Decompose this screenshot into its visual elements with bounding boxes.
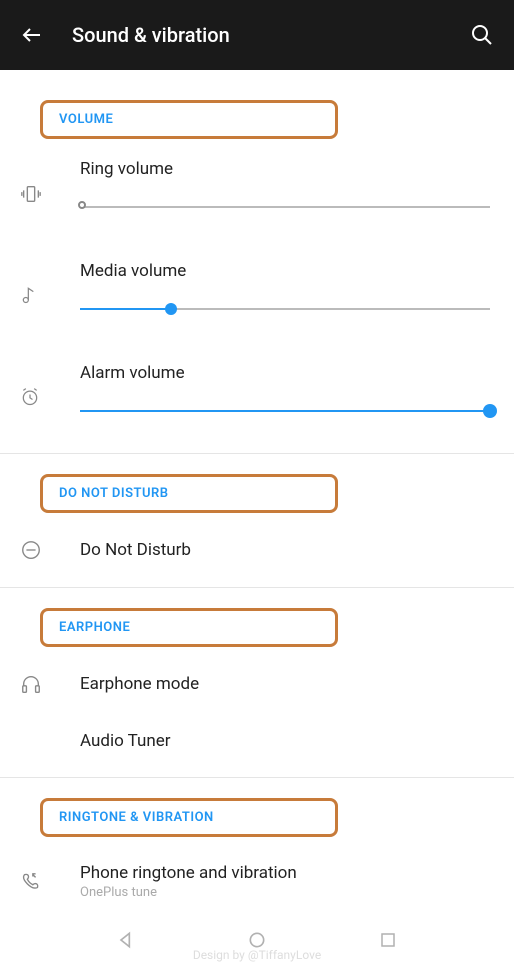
nav-recent-button[interactable] bbox=[376, 928, 400, 952]
dnd-icon bbox=[20, 539, 60, 561]
phone-ringtone-label: Phone ringtone and vibration bbox=[80, 863, 494, 883]
phone-ringtone-row[interactable]: Phone ringtone and vibration OnePlus tun… bbox=[0, 845, 514, 918]
alarm-clock-icon bbox=[20, 363, 60, 407]
headphones-icon bbox=[20, 673, 60, 695]
alarm-volume-row: Alarm volume bbox=[0, 351, 514, 433]
dnd-row[interactable]: Do Not Disturb bbox=[0, 521, 514, 579]
audio-tuner-row[interactable]: Audio Tuner bbox=[0, 713, 514, 769]
phone-ringtone-icon bbox=[20, 871, 60, 893]
media-volume-row: Media volume bbox=[0, 249, 514, 331]
alarm-volume-label: Alarm volume bbox=[80, 363, 494, 383]
phone-ringtone-sublabel: OnePlus tune bbox=[80, 885, 494, 900]
ring-vibrate-icon bbox=[20, 159, 60, 205]
watermark: Design by @TiffanyLove bbox=[193, 948, 321, 962]
section-header-earphone: EARPHONE bbox=[40, 608, 338, 647]
ring-volume-slider[interactable] bbox=[80, 197, 494, 217]
content-area: VOLUME Ring volume Media volume bbox=[0, 70, 514, 918]
dnd-label: Do Not Disturb bbox=[80, 540, 494, 560]
media-volume-label: Media volume bbox=[80, 261, 494, 281]
audio-tuner-label: Audio Tuner bbox=[80, 731, 494, 751]
earphone-mode-row[interactable]: Earphone mode bbox=[0, 655, 514, 713]
app-header: Sound & vibration bbox=[0, 0, 514, 70]
section-header-dnd: DO NOT DISTURB bbox=[40, 474, 338, 513]
media-volume-slider[interactable] bbox=[80, 299, 494, 319]
back-button[interactable] bbox=[18, 21, 46, 49]
ring-volume-row: Ring volume bbox=[0, 147, 514, 229]
section-header-volume: VOLUME bbox=[40, 100, 338, 139]
music-note-icon bbox=[20, 261, 60, 305]
alarm-volume-slider[interactable] bbox=[80, 401, 494, 421]
section-header-ringtone: RINGTONE & VIBRATION bbox=[40, 798, 338, 837]
page-title: Sound & vibration bbox=[72, 23, 468, 47]
divider bbox=[0, 587, 514, 588]
ring-volume-label: Ring volume bbox=[80, 159, 494, 179]
earphone-mode-label: Earphone mode bbox=[80, 674, 494, 694]
divider bbox=[0, 777, 514, 778]
nav-back-button[interactable] bbox=[114, 928, 138, 952]
divider bbox=[0, 453, 514, 454]
search-button[interactable] bbox=[468, 21, 496, 49]
